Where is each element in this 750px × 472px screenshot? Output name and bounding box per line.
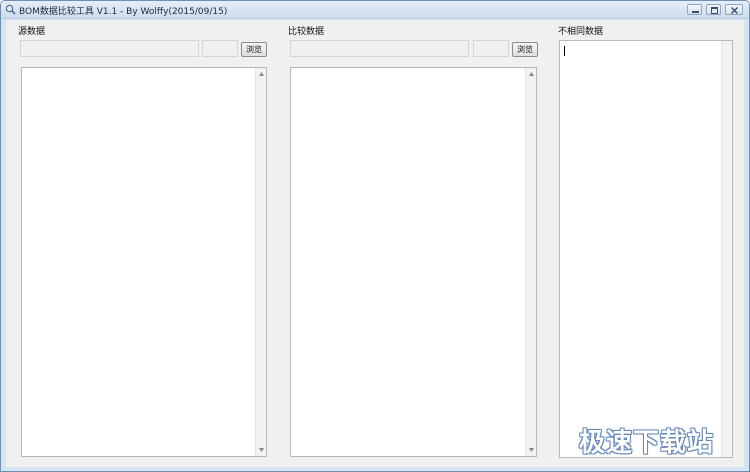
source-browse-button[interactable]: 浏览 [241,42,267,57]
scroll-up-arrow-icon[interactable] [529,72,534,76]
text-cursor [564,46,565,56]
minimize-icon [692,11,699,13]
maximize-icon [711,7,718,14]
diff-data-label: 不相同数据 [558,27,604,37]
magnifier-app-icon [5,4,16,15]
compare-browse-button[interactable]: 浏览 [512,42,538,57]
source-list-scrollbar[interactable] [255,68,266,456]
maximize-button[interactable] [706,4,721,15]
compare-data-label: 比较数据 [288,27,325,37]
window-title: BOM数据比较工具 V1.1 - By Wolffy(2015/09/15) [19,7,228,17]
compare-path-field[interactable] [290,40,469,57]
title-bar[interactable]: BOM数据比较工具 V1.1 - By Wolffy(2015/09/15) [1,1,749,19]
minimize-button[interactable] [687,4,702,15]
watermark-logo: 极速下载站 [579,428,715,458]
scroll-up-arrow-icon[interactable] [259,72,264,76]
close-button[interactable] [725,4,743,15]
close-icon [731,7,738,14]
compare-extra-field[interactable] [473,40,509,57]
compare-data-list[interactable] [290,67,537,457]
source-data-label: 源数据 [18,27,46,37]
scroll-down-arrow-icon[interactable] [259,448,264,452]
client-area: 源数据 浏览 比较数据 浏览 不相同数据 [6,20,744,467]
source-extra-field[interactable] [202,40,238,57]
diff-data-textarea[interactable] [559,40,733,458]
source-path-field[interactable] [20,40,199,57]
source-data-list[interactable] [21,67,267,457]
scroll-down-arrow-icon[interactable] [529,448,534,452]
diff-textarea-scrollbar[interactable] [721,41,732,457]
app-window: BOM数据比较工具 V1.1 - By Wolffy(2015/09/15) 源… [0,0,750,472]
compare-list-scrollbar[interactable] [525,68,536,456]
